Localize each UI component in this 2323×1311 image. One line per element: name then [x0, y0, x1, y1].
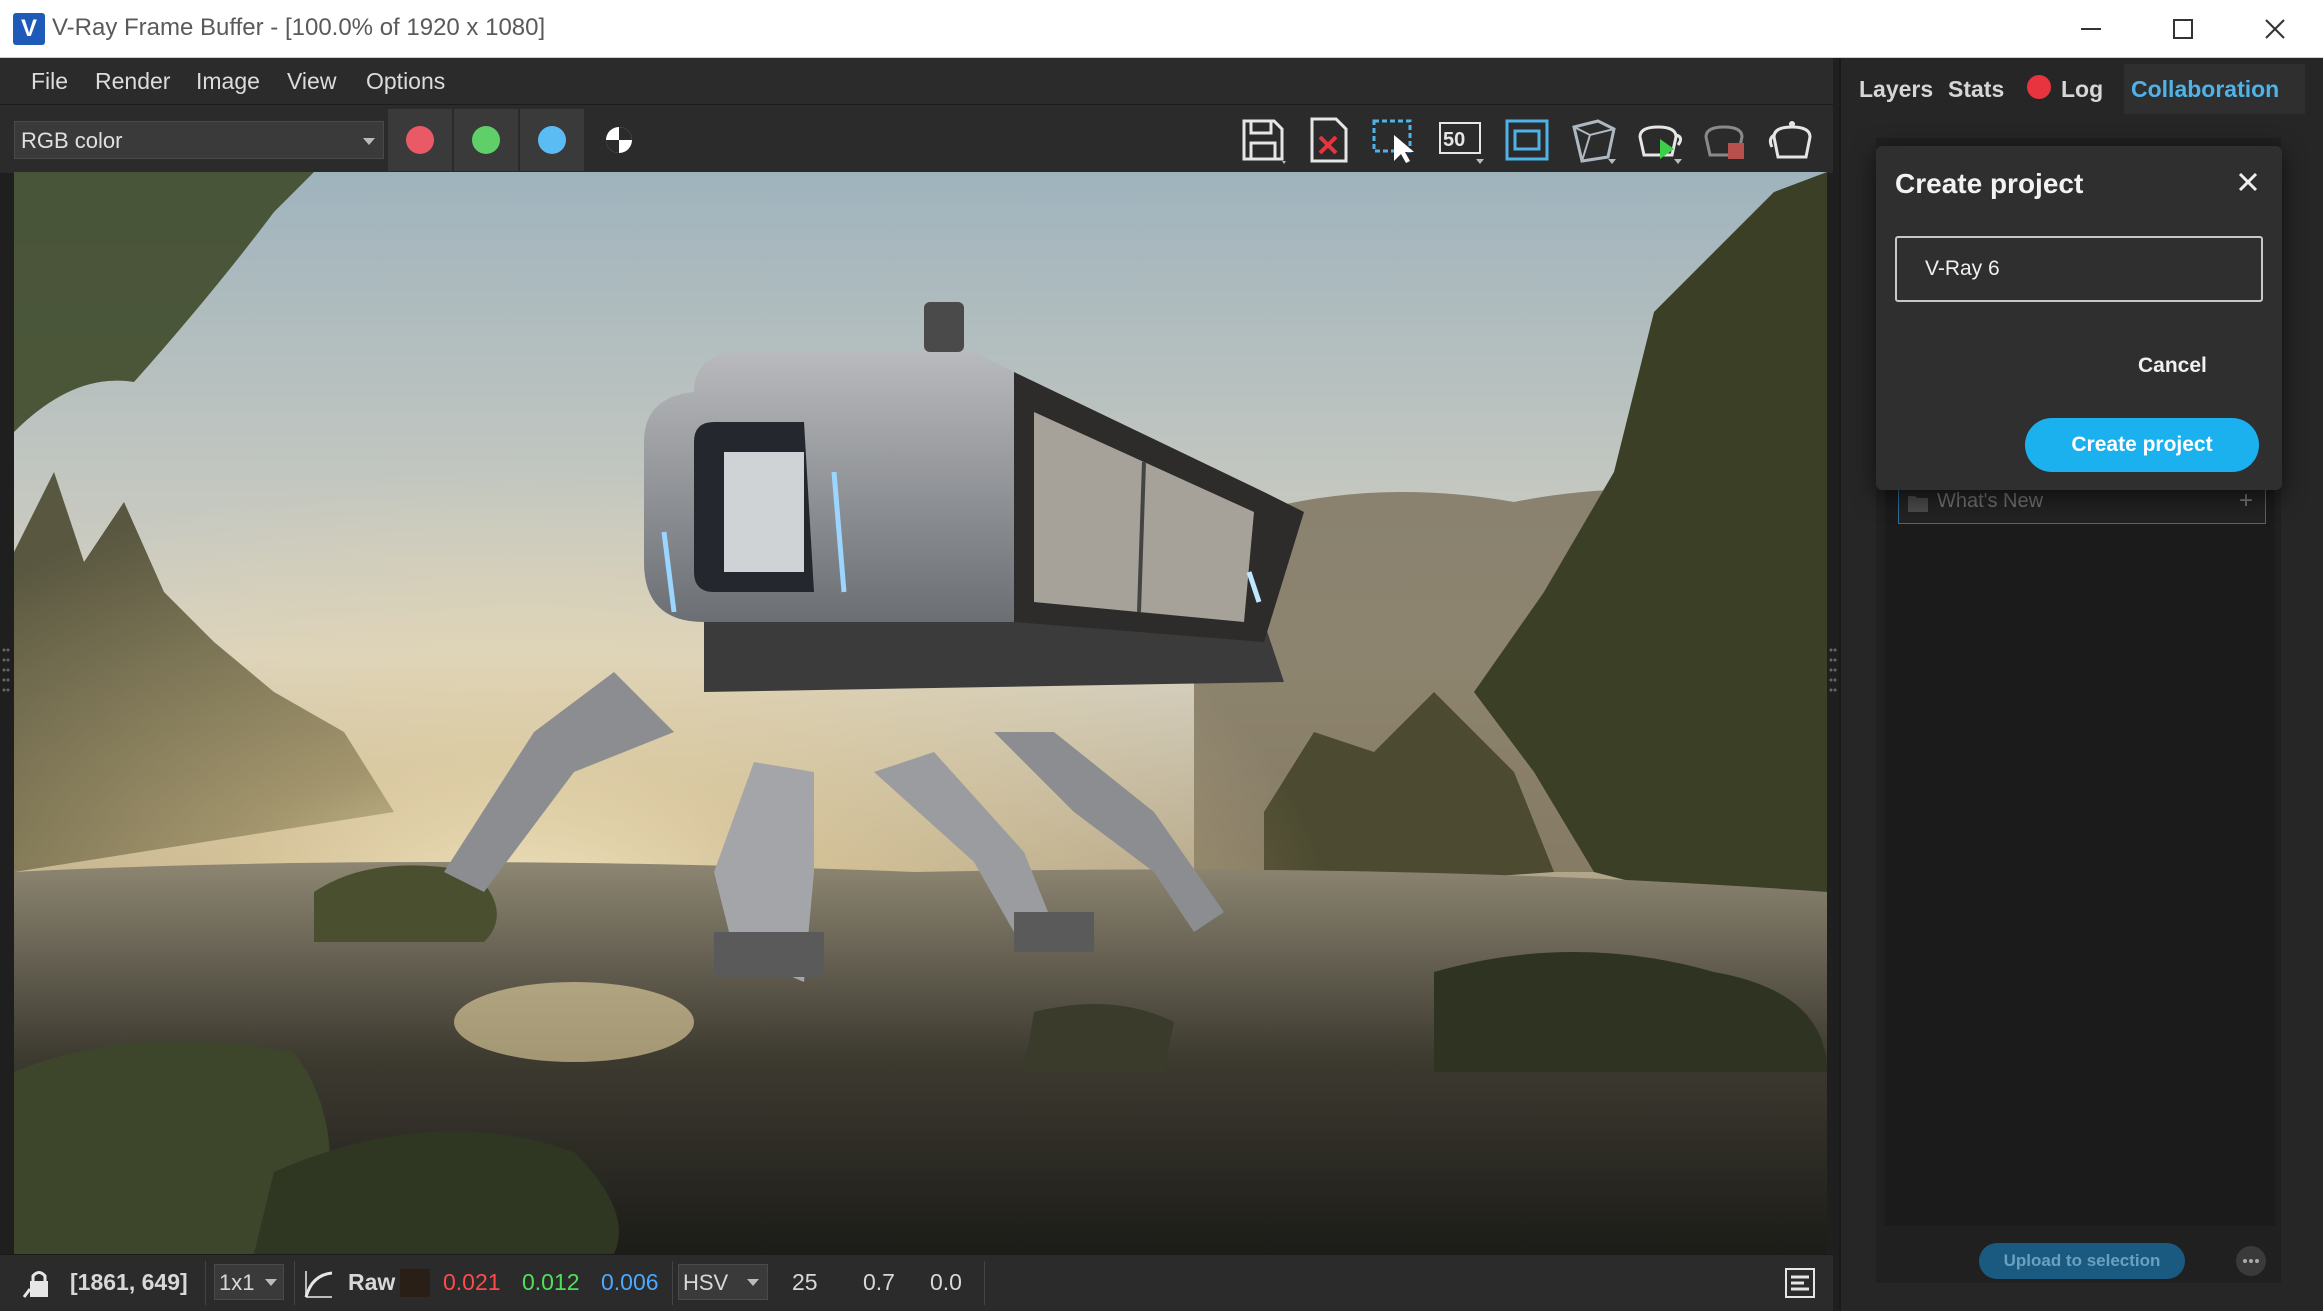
tab-layers[interactable]: Layers: [1859, 76, 1933, 103]
close-icon: [2265, 19, 2285, 39]
follow-mouse-button[interactable]: [1502, 115, 1552, 165]
color-swatch: [400, 1269, 430, 1297]
rendered-image: [14, 172, 1827, 1254]
sample-size-value: 1x1: [219, 1270, 255, 1295]
alpha-toggle-icon: [606, 127, 632, 153]
channel-dropdown[interactable]: RGB color: [14, 121, 384, 159]
saturation-value: 0.7: [863, 1269, 895, 1295]
right-splitter-handle[interactable]: [1827, 640, 1839, 710]
clear-image-button[interactable]: [1304, 115, 1354, 165]
maximize-icon: [2173, 19, 2193, 39]
divider: [205, 1261, 206, 1305]
menu-options[interactable]: Options: [366, 68, 445, 95]
log-alert-icon: [2027, 75, 2051, 99]
render-icon: [1638, 125, 1683, 164]
blue-dot-icon: [538, 126, 566, 154]
create-project-dialog: Create project Cancel Create project: [1876, 146, 2282, 490]
minimize-button[interactable]: [2045, 0, 2137, 58]
view-3d-button[interactable]: [1568, 115, 1618, 165]
color-curve-icon[interactable]: [302, 1267, 336, 1301]
grip-icon: [1829, 648, 1837, 692]
menu-render[interactable]: Render: [95, 68, 170, 95]
zoom-50-icon: 50: [1439, 122, 1484, 164]
window-title: V-Ray Frame Buffer - [100.0% of 1920 x 1…: [52, 14, 546, 41]
render-last-button[interactable]: [1766, 115, 1816, 165]
maximize-button[interactable]: [2137, 0, 2229, 58]
add-icon[interactable]: +: [2239, 487, 2253, 515]
create-project-button[interactable]: Create project: [2025, 418, 2259, 472]
ellipsis-icon: [2243, 1259, 2259, 1263]
region-render-button[interactable]: [1370, 115, 1420, 165]
pixel-coordinates: [1861, 649]: [70, 1269, 188, 1295]
menu-view[interactable]: View: [287, 68, 336, 95]
panel-toggle-icon[interactable]: [1784, 1267, 1816, 1299]
save-icon: [1242, 119, 1286, 164]
divider: [294, 1261, 295, 1305]
folder-icon: [1908, 496, 1928, 512]
region-render-icon: [1372, 119, 1414, 163]
svg-text:50: 50: [1443, 129, 1465, 151]
cancel-button[interactable]: Cancel: [2138, 354, 2207, 378]
create-project-label: Create project: [2071, 433, 2213, 456]
tab-stats[interactable]: Stats: [1948, 76, 2004, 103]
vray-logo-icon: V: [13, 13, 45, 45]
tab-log[interactable]: Log: [2061, 76, 2103, 103]
stop-render-icon: [1704, 125, 1744, 159]
status-bar: [1861, 649] 1x1 Raw 0.021 0.012 0.006 HS…: [0, 1254, 1833, 1311]
divider: [672, 1261, 673, 1305]
green-dot-icon: [472, 126, 500, 154]
stop-render-button[interactable]: [1700, 115, 1750, 165]
blue-channel-button[interactable]: [520, 109, 584, 171]
save-button[interactable]: [1238, 115, 1288, 165]
title-bar: V V-Ray Frame Buffer - [100.0% of 1920 x…: [0, 0, 2323, 58]
teapot-icon: [1768, 121, 1812, 159]
menu-file[interactable]: File: [31, 68, 68, 95]
hue-value: 25: [792, 1269, 818, 1295]
tab-collaboration[interactable]: Collaboration: [2131, 76, 2279, 103]
green-value: 0.012: [522, 1269, 580, 1295]
menu-bar: File Render Image View Options: [0, 58, 1833, 104]
lock-icon[interactable]: [22, 1267, 56, 1301]
mono-channel-button[interactable]: [594, 115, 644, 165]
chevron-down-icon: [747, 1279, 759, 1286]
render-viewport[interactable]: [14, 172, 1827, 1254]
chevron-down-icon: [363, 138, 375, 145]
interactive-render-icon: [1572, 119, 1616, 164]
color-space-value: HSV: [683, 1270, 729, 1295]
red-dot-icon: [406, 126, 434, 154]
color-mode-label: Raw: [348, 1269, 396, 1295]
track-mouse-icon: [1505, 119, 1549, 161]
dialog-title: Create project: [1895, 168, 2084, 199]
chevron-down-icon: [265, 1279, 277, 1286]
green-channel-button[interactable]: [454, 109, 518, 171]
close-icon: [2238, 172, 2258, 192]
sample-size-dropdown[interactable]: 1x1: [214, 1264, 284, 1300]
value-value: 0.0: [930, 1269, 962, 1295]
red-value: 0.021: [443, 1269, 501, 1295]
start-render-button[interactable]: [1634, 115, 1684, 165]
left-splitter-handle[interactable]: [0, 640, 12, 710]
minimize-icon: [2081, 28, 2101, 30]
clear-image-icon: [1310, 117, 1348, 163]
more-options-button[interactable]: [2236, 1246, 2266, 1276]
upload-to-selection-button[interactable]: Upload to selection: [1979, 1243, 2185, 1279]
channel-label: RGB color: [21, 128, 123, 153]
dialog-close-button[interactable]: [2234, 168, 2262, 196]
upload-label: Upload to selection: [2003, 1251, 2161, 1270]
red-channel-button[interactable]: [388, 109, 452, 171]
toolbar: RGB color 50: [0, 104, 1833, 173]
project-name-input[interactable]: [1895, 236, 2263, 302]
divider: [984, 1261, 985, 1305]
list-item-label: What's New: [1937, 490, 2044, 512]
grip-icon: [2, 648, 10, 692]
blue-value: 0.006: [601, 1269, 659, 1295]
menu-image[interactable]: Image: [196, 68, 260, 95]
close-button[interactable]: [2229, 0, 2321, 58]
zoom-50-button[interactable]: 50: [1436, 115, 1486, 165]
color-space-dropdown[interactable]: HSV: [678, 1264, 768, 1300]
